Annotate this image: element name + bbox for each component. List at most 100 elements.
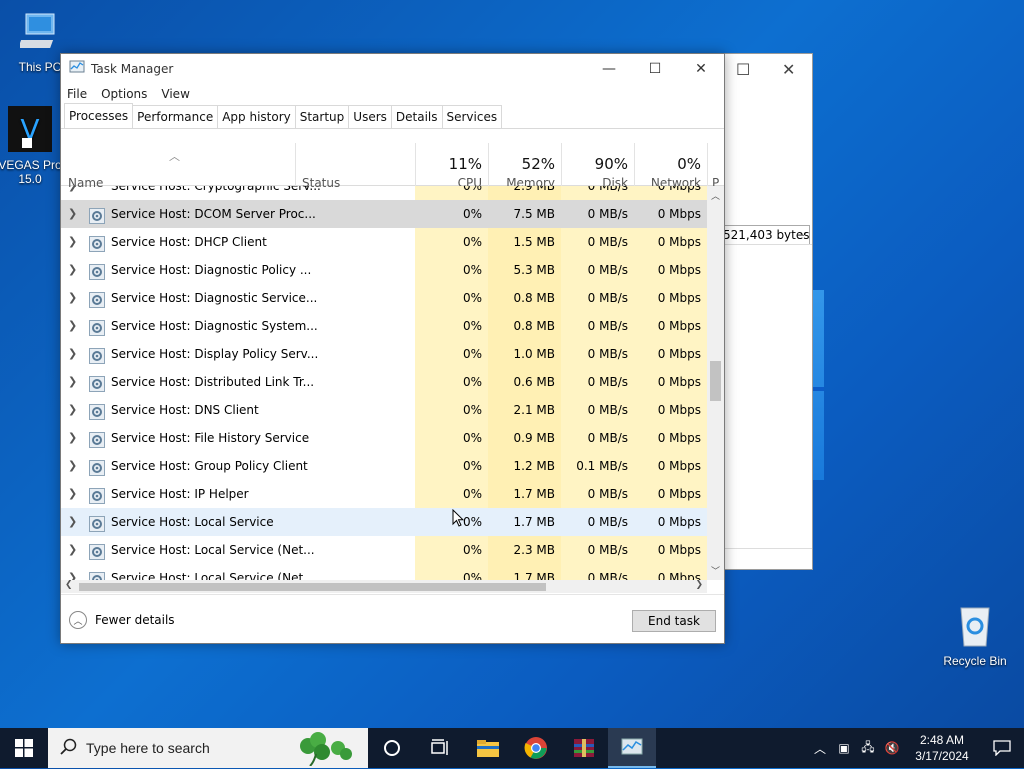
column-header-cpu[interactable]: 11% CPU xyxy=(415,143,488,190)
scroll-left-icon[interactable]: ❮ xyxy=(65,580,73,590)
expand-chevron-icon[interactable]: ❯ xyxy=(68,508,80,536)
recycle-bin-icon xyxy=(935,604,1015,651)
tab-processes[interactable]: Processes xyxy=(64,103,134,128)
expand-chevron-icon[interactable]: ❯ xyxy=(68,256,80,284)
table-row[interactable]: ❯ Service Host: Diagnostic Service... 0% 0.… xyxy=(61,284,707,312)
table-row[interactable]: ❯ Service Host: Display Policy Serv... 0% 1… xyxy=(61,340,707,368)
bytes-value: 521,403 bytes xyxy=(723,228,810,242)
expand-chevron-icon[interactable]: ❯ xyxy=(68,340,80,368)
scroll-up-icon[interactable]: ︿ xyxy=(707,189,724,202)
horizontal-scrollbar[interactable]: ❮ ❯ xyxy=(61,580,707,593)
minimize-icon[interactable]: — xyxy=(586,54,632,83)
table-row[interactable]: ❯ Service Host: IP Helper 0% 1.7 MB 0 MB/s 0 … xyxy=(61,480,707,508)
table-row[interactable]: ❯ Service Host: DHCP Client 0% 1.5 MB 0 MB/s… xyxy=(61,228,707,256)
tab-services[interactable]: Services xyxy=(441,105,503,128)
process-disk: 0 MB/s xyxy=(561,564,634,580)
table-row[interactable]: ❯ Service Host: File History Service 0% 0.9… xyxy=(61,424,707,452)
clock-time: 2:48 AM xyxy=(919,733,965,747)
process-network: 0 Mbps xyxy=(634,480,707,508)
table-row[interactable]: ❯ Service Host: Cryptographic Serv... 0%… xyxy=(61,186,707,200)
sort-up-icon: ︿ xyxy=(169,150,180,163)
tab-startup[interactable]: Startup xyxy=(294,105,350,128)
process-name: Service Host: DHCP Client xyxy=(111,235,267,249)
scroll-down-icon[interactable]: ﹀ xyxy=(707,564,724,577)
column-header-network[interactable]: 0% Network xyxy=(634,143,707,190)
scroll-thumb[interactable] xyxy=(79,583,546,591)
tab-users[interactable]: Users xyxy=(348,105,392,128)
clock[interactable]: 2:48 AM 3/17/2024 xyxy=(904,732,980,764)
chevron-up-icon[interactable]: ︿ xyxy=(808,740,832,757)
speaker-muted-icon[interactable]: 🔇 xyxy=(880,741,904,755)
gear-icon xyxy=(89,458,105,476)
search-box[interactable]: Type here to search xyxy=(48,728,368,768)
expand-chevron-icon[interactable]: ❯ xyxy=(68,536,80,564)
tab-details[interactable]: Details xyxy=(390,105,443,128)
start-button[interactable] xyxy=(0,728,48,768)
expand-chevron-icon[interactable]: ❯ xyxy=(68,200,80,228)
table-row[interactable]: ❯ Service Host: DCOM Server Proc... 0% 7.5 … xyxy=(61,200,707,228)
process-memory: 5.3 MB xyxy=(488,256,561,284)
expand-chevron-icon[interactable]: ❯ xyxy=(68,186,80,200)
desktop-icon-recycle-bin[interactable]: Recycle Bin xyxy=(935,604,1015,668)
column-header-disk[interactable]: 90% Disk xyxy=(561,143,634,190)
expand-chevron-icon[interactable]: ❯ xyxy=(68,396,80,424)
bytes-dropdown[interactable]: 521,403 bytes ⌵ xyxy=(722,225,810,245)
windows-logo-icon xyxy=(15,739,33,757)
column-header-power[interactable]: P xyxy=(707,143,724,190)
task-manager-taskbar-button[interactable] xyxy=(608,728,656,768)
process-rows: ❯ Service Host: Cryptographic Serv... 0%… xyxy=(61,186,707,580)
process-memory: 0.8 MB xyxy=(488,284,561,312)
expand-chevron-icon[interactable]: ❯ xyxy=(68,368,80,396)
scroll-thumb[interactable] xyxy=(710,361,721,401)
expand-chevron-icon[interactable]: ❯ xyxy=(68,452,80,480)
task-view-button[interactable] xyxy=(416,728,464,768)
action-center-button[interactable] xyxy=(980,740,1024,756)
column-header-name[interactable]: ︿ Name xyxy=(61,143,295,190)
table-row[interactable]: ❯ Service Host: Local Service 0% 1.7 MB 0 MB… xyxy=(61,508,707,536)
menu-options[interactable]: Options xyxy=(101,87,147,101)
maximize-icon[interactable]: ☐ xyxy=(632,54,678,83)
table-row[interactable]: ❯ Service Host: Diagnostic Policy ... 0% 5.… xyxy=(61,256,707,284)
file-explorer-button[interactable] xyxy=(464,728,512,768)
end-task-button[interactable]: End task xyxy=(632,610,716,632)
close-icon[interactable]: ✕ xyxy=(782,60,795,79)
expand-chevron-icon[interactable]: ❯ xyxy=(68,284,80,312)
tab-app-history[interactable]: App history xyxy=(217,105,296,128)
expand-chevron-icon[interactable]: ❯ xyxy=(68,312,80,340)
vertical-scrollbar[interactable]: ︿ ﹀ xyxy=(707,186,724,580)
menu-view[interactable]: View xyxy=(161,87,189,101)
winrar-button[interactable] xyxy=(560,728,608,768)
table-row[interactable]: ❯ Service Host: Local Service (Net... 0% 1.… xyxy=(61,564,707,580)
maximize-icon[interactable]: ☐ xyxy=(736,60,750,79)
desktop-icon-vegas[interactable]: V VEGAS Pro 15.0 xyxy=(0,106,62,186)
system-tray: ︿ ▣ 🖧 🔇 2:48 AM 3/17/2024 xyxy=(808,728,1024,768)
table-row[interactable]: ❯ Service Host: Diagnostic System... 0% 0.8… xyxy=(61,312,707,340)
expand-chevron-icon[interactable]: ❯ xyxy=(68,564,80,580)
network-icon[interactable]: 🖧 xyxy=(856,738,880,759)
expand-chevron-icon[interactable]: ❯ xyxy=(68,480,80,508)
table-row[interactable]: ❯ Service Host: Group Policy Client 0% 1.2 … xyxy=(61,452,707,480)
expand-chevron-icon[interactable]: ❯ xyxy=(68,424,80,452)
process-memory: 2.3 MB xyxy=(488,536,561,564)
gear-icon xyxy=(89,206,105,224)
scroll-right-icon[interactable]: ❯ xyxy=(695,580,703,590)
fewer-details-button[interactable]: ︿ Fewer details xyxy=(69,611,175,629)
tablet-icon[interactable]: ▣ xyxy=(832,741,856,755)
expand-chevron-icon[interactable]: ❯ xyxy=(68,228,80,256)
tab-performance[interactable]: Performance xyxy=(132,105,219,128)
table-row[interactable]: ❯ Service Host: DNS Client 0% 2.1 MB 0 MB/s 0… xyxy=(61,396,707,424)
process-name: Service Host: File History Service xyxy=(111,431,310,445)
table-row[interactable]: ❯ Service Host: Local Service (Net... 0% 2.… xyxy=(61,536,707,564)
column-header-status[interactable]: Status xyxy=(295,143,415,190)
process-disk: 0 MB/s xyxy=(561,256,634,284)
fewer-details-label: Fewer details xyxy=(95,613,175,627)
column-header-memory[interactable]: 52% Memory xyxy=(488,143,561,190)
menu-file[interactable]: File xyxy=(67,87,87,101)
close-icon[interactable]: ✕ xyxy=(678,54,724,83)
chrome-button[interactable] xyxy=(512,728,560,768)
table-row[interactable]: ❯ Service Host: Distributed Link Tr... 0% 0… xyxy=(61,368,707,396)
memory-total: 52% xyxy=(521,155,555,173)
process-memory: 2.1 MB xyxy=(488,396,561,424)
cortana-button[interactable] xyxy=(368,728,416,768)
background-window[interactable]: ☐ ✕ 521,403 bytes ⌵ xyxy=(722,53,813,570)
